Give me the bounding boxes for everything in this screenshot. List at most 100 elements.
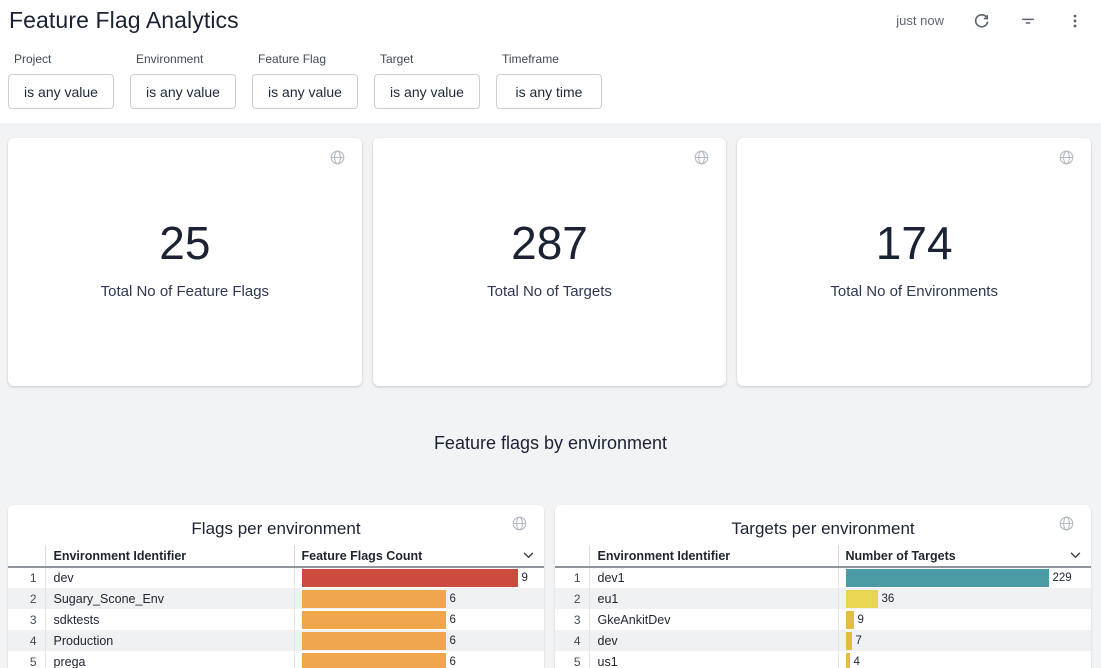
globe-icon [329,149,346,166]
filter-feature-flag-button[interactable]: is any value [252,74,358,109]
row-number: 2 [8,588,45,609]
bar[interactable] [302,632,446,650]
environment-cell[interactable]: dev [589,630,838,651]
filter-feature-flag: Feature Flag is any value [252,52,358,109]
chevron-down-icon[interactable] [523,552,534,559]
refresh-icon[interactable] [971,11,991,31]
environment-cell[interactable]: dev [45,567,294,588]
table-row: 4dev 7 [555,630,1091,651]
environment-cell[interactable]: sdktests [45,609,294,630]
filter-list-icon[interactable] [1018,11,1038,31]
table-row: 4Production 6 [8,630,544,651]
kebab-menu-icon[interactable] [1065,11,1085,31]
kpi-tile-targets: 287 Total No of Targets [373,138,727,386]
bar-value-label: 6 [450,656,456,668]
filter-project: Project is any value [8,52,114,109]
bar-cell[interactable]: 9 [294,567,544,588]
bar[interactable] [302,611,446,629]
environment-cell[interactable]: eu1 [589,588,838,609]
tile-title: Targets per environment [555,518,1091,539]
table-row: 1dev 9 [8,567,544,588]
row-number: 3 [555,609,589,630]
bar-value-label: 4 [854,656,860,668]
row-number: 4 [555,630,589,651]
table-card-targets-per-environment: Targets per environment Environment Iden… [555,505,1091,668]
bar-value-label: 7 [856,635,862,647]
column-header-environment[interactable]: Environment Identifier [45,545,294,567]
kpi-label: Total No of Environments [737,283,1091,300]
chevron-down-icon[interactable] [1070,552,1081,559]
table-row: 2eu1 36 [555,588,1091,609]
bar-cell[interactable]: 6 [294,609,544,630]
bar-cell[interactable]: 36 [838,588,1091,609]
filter-project-button[interactable]: is any value [8,74,114,109]
bar[interactable] [302,569,518,587]
bar-cell[interactable]: 6 [294,651,544,668]
row-number: 1 [555,567,589,588]
bar-cell[interactable]: 7 [838,630,1091,651]
tables-row: Flags per environment Environment Identi… [8,505,1091,668]
environment-cell[interactable]: prega [45,651,294,668]
table-row: 2Sugary_Scone_Env 6 [8,588,544,609]
bar[interactable] [846,653,850,668]
dashboard-header-section: Feature Flag Analytics just now [0,0,1101,123]
kpi-label: Total No of Targets [373,283,727,300]
row-number: 5 [555,651,589,668]
table-row: 1dev1229 [555,567,1091,588]
row-number: 3 [8,609,45,630]
row-number-header [555,545,589,567]
bar-cell[interactable]: 9 [838,609,1091,630]
row-number: 1 [8,567,45,588]
bar-cell[interactable]: 6 [294,588,544,609]
bar[interactable] [302,590,446,608]
bar-value-label: 6 [450,593,456,605]
bar[interactable] [846,569,1049,587]
environment-cell[interactable]: Production [45,630,294,651]
filter-timeframe: Timeframe is any time [496,52,602,109]
filter-label: Timeframe [502,52,602,66]
filter-label: Environment [136,52,236,66]
table-card-flags-per-environment: Flags per environment Environment Identi… [8,505,544,668]
flags-per-environment-table: Environment Identifier Feature Flags Cou… [8,545,544,668]
filter-environment: Environment is any value [130,52,236,109]
bar-value-label: 6 [450,614,456,626]
filter-label: Feature Flag [258,52,358,66]
bar-cell[interactable]: 4 [838,651,1091,668]
globe-icon [1058,149,1075,166]
bar-value-label: 6 [450,635,456,647]
bar[interactable] [846,632,852,650]
filter-environment-button[interactable]: is any value [130,74,236,109]
row-number: 4 [8,630,45,651]
environment-cell[interactable]: dev1 [589,567,838,588]
globe-icon [511,515,528,532]
column-header-environment[interactable]: Environment Identifier [589,545,838,567]
bar-value-label: 36 [882,593,895,605]
kpi-tile-environments: 174 Total No of Environments [737,138,1091,386]
column-header-count[interactable]: Number of Targets [838,545,1091,567]
kpi-value: 287 [373,220,727,266]
bar-cell[interactable]: 229 [838,567,1091,588]
kpi-value: 25 [8,220,362,266]
column-header-count[interactable]: Feature Flags Count [294,545,544,567]
filter-timeframe-button[interactable]: is any time [496,74,602,109]
bar-cell[interactable]: 6 [294,630,544,651]
bar-value-label: 9 [858,614,864,626]
environment-cell[interactable]: Sugary_Scone_Env [45,588,294,609]
kpi-tile-feature-flags: 25 Total No of Feature Flags [8,138,362,386]
filter-target-button[interactable]: is any value [374,74,480,109]
filter-target: Target is any value [374,52,480,109]
bar[interactable] [302,653,446,668]
table-header-row: Environment Identifier Number of Targets [555,545,1091,567]
globe-icon [1058,515,1075,532]
bar-value-label: 9 [522,572,528,584]
kpi-row: 25 Total No of Feature Flags 287 Total N… [8,138,1091,386]
bar[interactable] [846,590,878,608]
row-number: 2 [555,588,589,609]
targets-per-environment-table: Environment Identifier Number of Targets… [555,545,1091,668]
environment-cell[interactable]: GkeAnkitDev [589,609,838,630]
bar[interactable] [846,611,854,629]
tile-title: Flags per environment [8,518,544,539]
section-title: Feature flags by environment [0,433,1101,454]
kpi-value: 174 [737,220,1091,266]
environment-cell[interactable]: us1 [589,651,838,668]
